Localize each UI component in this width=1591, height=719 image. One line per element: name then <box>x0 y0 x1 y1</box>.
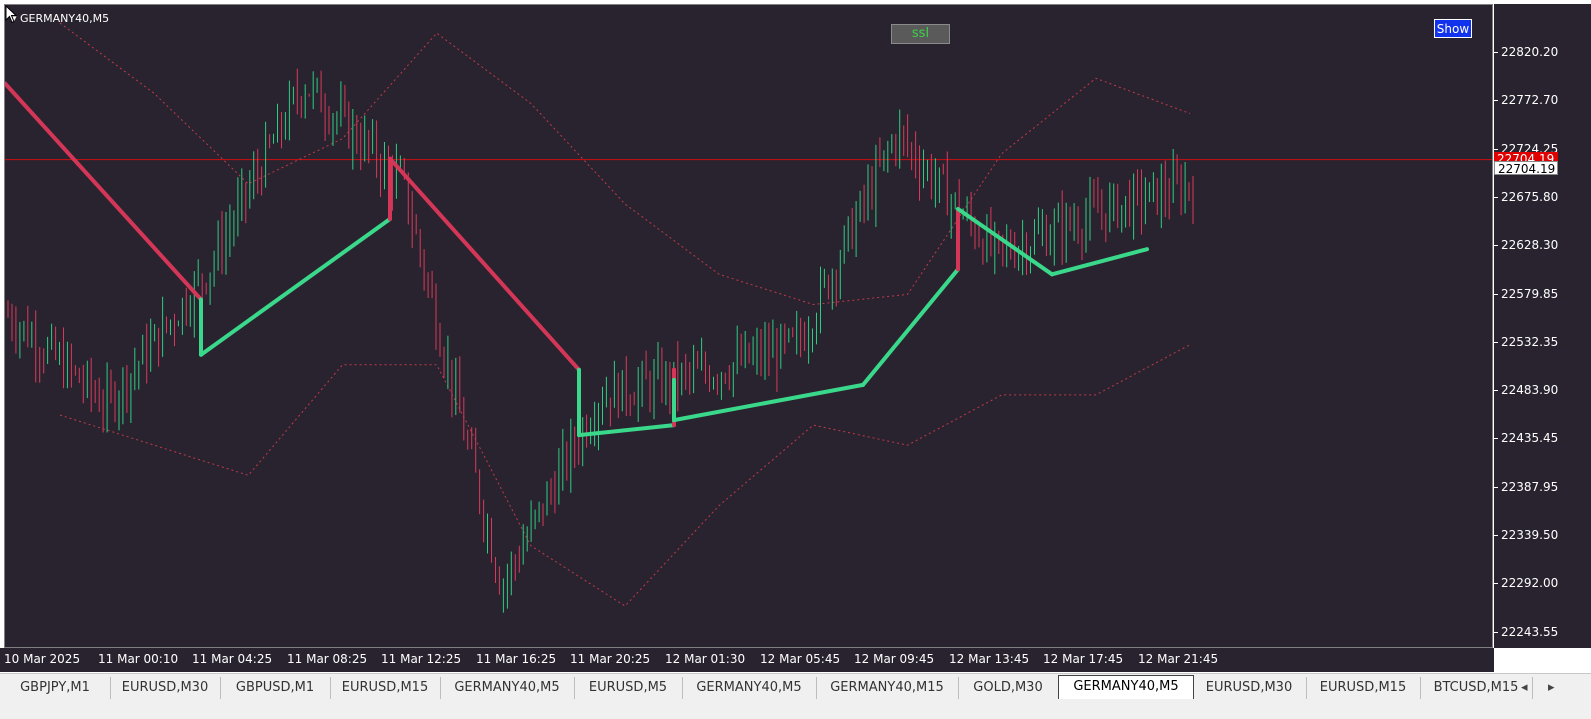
chart-symbol-label: ▾ GERMANY40,M5 <box>11 12 109 25</box>
chart-tab[interactable]: GOLD,M30 <box>958 677 1059 699</box>
price-axis-tick <box>1494 245 1498 247</box>
price-axis-tick <box>1494 486 1498 488</box>
price-axis-label: 22243.55 <box>1501 624 1559 639</box>
time-axis-label: 12 Mar 17:45 <box>1043 652 1124 666</box>
chart-tab[interactable]: GERMANY40,M5 <box>440 677 575 699</box>
price-axis-label: 22579.85 <box>1501 286 1559 301</box>
tabs-next-arrow-icon[interactable]: ▸ <box>1548 677 1555 699</box>
chart-tab[interactable]: GERMANY40,M15 <box>816 677 959 699</box>
chart-tab[interactable]: GERMANY40,M5 <box>1058 675 1194 699</box>
ssl-line-segment <box>5 81 203 302</box>
price-axis-label: 22532.35 <box>1501 334 1559 349</box>
current-price-tag: 22704.19 <box>1494 161 1558 176</box>
price-axis-tick <box>1494 196 1498 198</box>
price-axis-label: 22675.80 <box>1501 189 1559 204</box>
price-axis-tick <box>1494 438 1498 440</box>
chart-tabs-bar: GBPJPY,M1 EURUSD,M30 GBPUSD,M1 EURUSD,M15 GE… <box>0 673 1591 719</box>
price-axis-tick <box>1494 341 1498 343</box>
price-axis-label: 22435.45 <box>1501 431 1559 446</box>
time-axis-label: 11 Mar 00:10 <box>98 652 179 666</box>
price-axis-tick <box>1494 583 1498 585</box>
upper-band-line <box>59 22 1191 306</box>
chart-tab[interactable]: GBPUSD,M1 <box>220 677 331 699</box>
price-axis-tick <box>1494 52 1498 53</box>
time-axis-label: 12 Mar 09:45 <box>854 652 935 666</box>
time-axis-label: 12 Mar 21:45 <box>1138 652 1219 666</box>
chart-tab[interactable]: BTCUSD,M15 <box>1420 677 1533 699</box>
ssl-line-segment <box>577 423 676 438</box>
chart-tab[interactable]: GBPJPY,M1 <box>0 677 111 699</box>
ssl-line-segment <box>388 156 581 372</box>
price-axis-label: 22292.00 <box>1501 576 1559 591</box>
price-axis-label: 22339.50 <box>1501 528 1559 542</box>
price-axis-tick <box>1494 631 1498 633</box>
price-axis-tick <box>1494 100 1498 102</box>
price-axis-tick <box>1494 535 1498 536</box>
chart-window[interactable]: ▾ GERMANY40,M5 ssl Show 22820.20 22772.70… <box>0 0 1591 672</box>
time-axis-label: 12 Mar 13:45 <box>949 652 1030 666</box>
price-axis-label: 22772.70 <box>1501 93 1559 108</box>
chart-tab[interactable]: EURUSD,M15 <box>330 677 441 699</box>
tabs-prev-arrow-icon[interactable]: ◂ <box>1521 677 1528 699</box>
lower-band-line <box>59 344 1191 607</box>
price-axis-label: 22387.95 <box>1501 479 1559 494</box>
price-axis-label: 22628.30 <box>1501 238 1559 253</box>
chart-plot-area[interactable]: ▾ GERMANY40,M5 ssl Show <box>4 4 1493 648</box>
time-axis-label: 11 Mar 04:25 <box>192 652 273 666</box>
time-axis-label: 11 Mar 16:25 <box>476 652 557 666</box>
time-axis-label: 11 Mar 08:25 <box>287 652 368 666</box>
mouse-cursor-icon <box>5 5 18 24</box>
time-axis-label: 11 Mar 12:25 <box>381 652 462 666</box>
ssl-line-segment <box>672 382 865 423</box>
chart-tab[interactable]: EURUSD,M30 <box>1192 677 1307 699</box>
ssl-line-segment <box>199 217 392 357</box>
time-axis-label: 12 Mar 01:30 <box>665 652 746 666</box>
time-axis[interactable]: 10 Mar 2025 11 Mar 00:10 11 Mar 04:25 11 Ma… <box>0 648 1494 672</box>
price-axis-tick <box>1494 293 1498 295</box>
price-axis-tick <box>1494 390 1498 392</box>
show-button[interactable]: Show <box>1434 19 1472 38</box>
chart-tab[interactable]: EURUSD,M15 <box>1306 677 1421 699</box>
chart-tab[interactable]: GERMANY40,M5 <box>682 677 817 699</box>
ssl-line-segment <box>861 267 960 387</box>
time-axis-label: 10 Mar 2025 <box>4 652 81 666</box>
ssl-indicator-label[interactable]: ssl <box>891 24 950 44</box>
chart-tab[interactable]: EURUSD,M5 <box>574 677 683 699</box>
time-axis-label: 11 Mar 20:25 <box>570 652 651 666</box>
time-axis-label: 12 Mar 05:45 <box>760 652 841 666</box>
symbol-text: GERMANY40,M5 <box>20 12 110 25</box>
price-chart[interactable] <box>5 5 1493 648</box>
price-axis-tick <box>1494 148 1498 150</box>
price-axis-label: 22820.20 <box>1501 45 1559 59</box>
price-axis[interactable]: 22820.20 22772.70 22724.25 22675.80 22628.30… <box>1494 4 1591 648</box>
price-axis-label: 22483.90 <box>1501 383 1559 398</box>
chart-tab[interactable]: EURUSD,M30 <box>110 677 221 699</box>
